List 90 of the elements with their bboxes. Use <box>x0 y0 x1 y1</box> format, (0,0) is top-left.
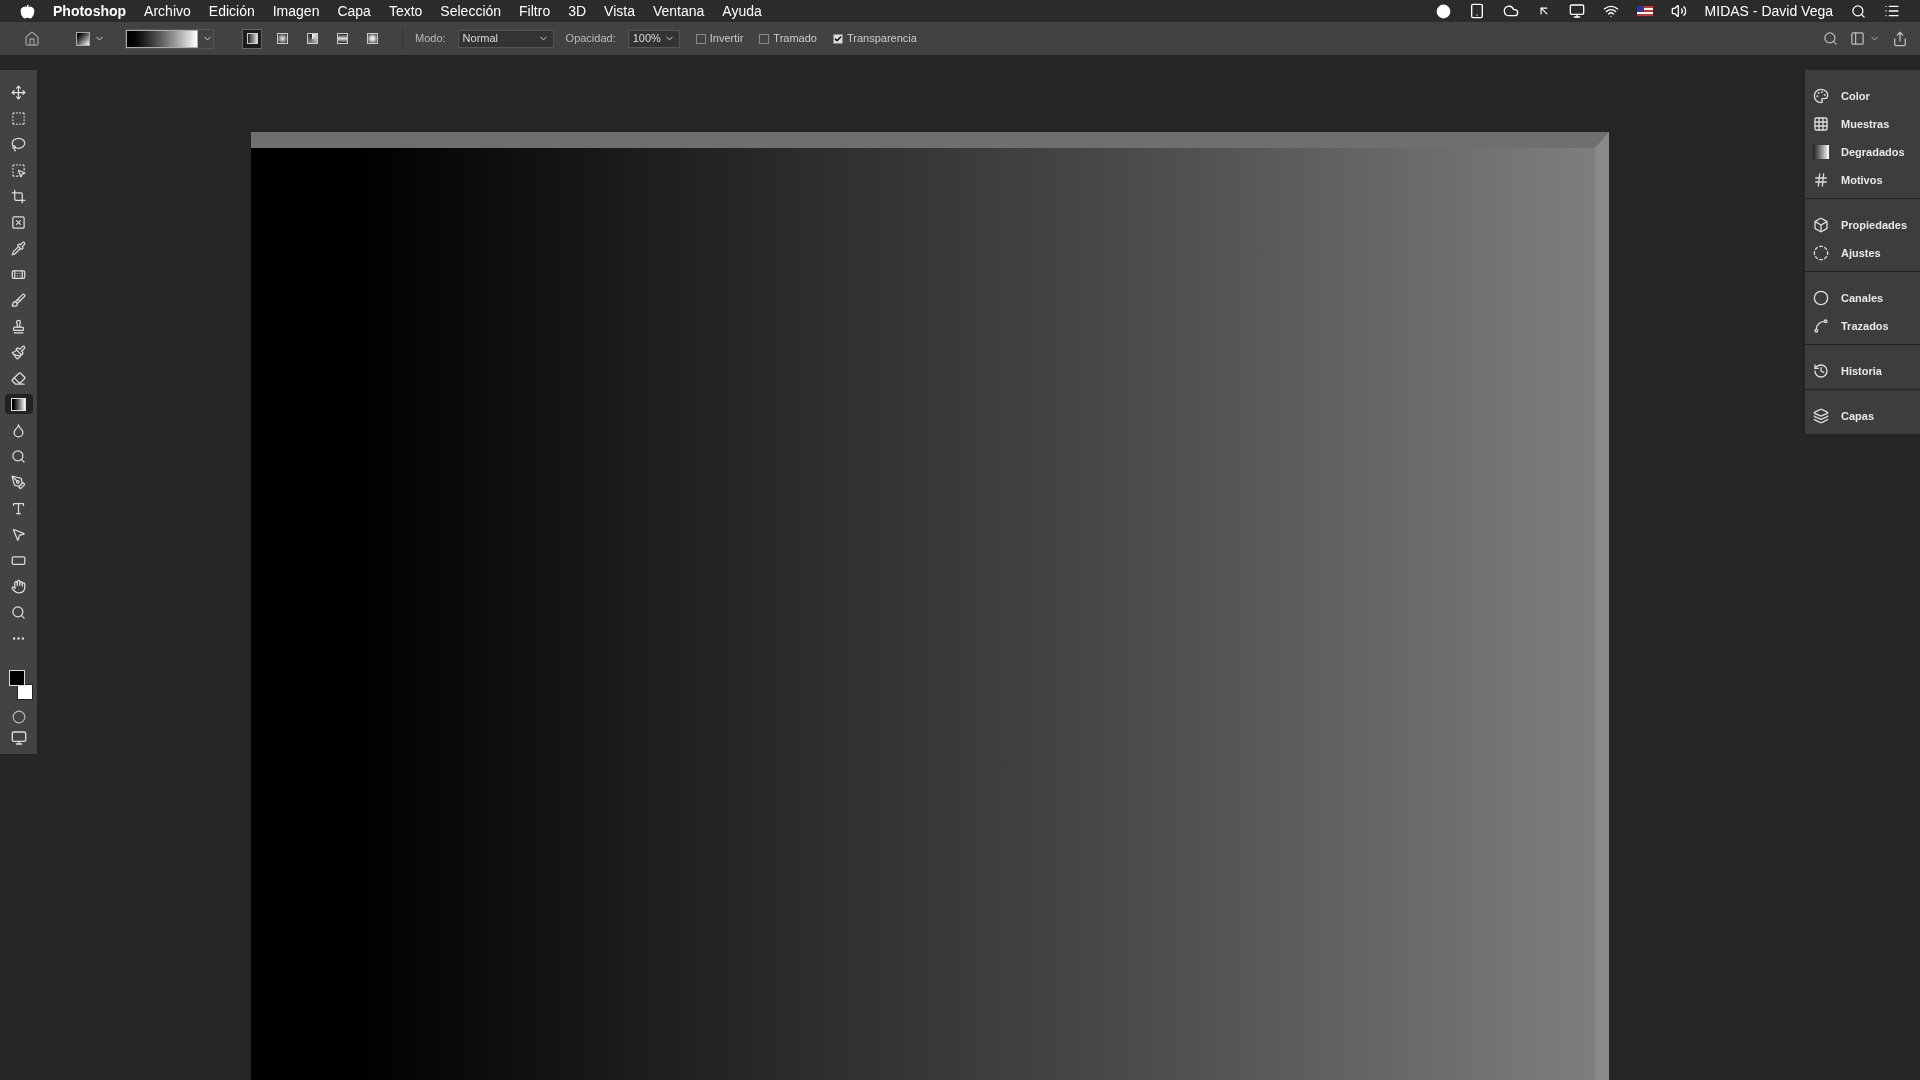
marquee-icon[interactable] <box>11 110 26 126</box>
frame-icon[interactable] <box>11 214 26 230</box>
flag-icon[interactable] <box>1636 6 1653 16</box>
gradient-swatch-icon <box>336 33 348 44</box>
panel-tab[interactable]: Canales <box>1805 284 1920 312</box>
gradient-picker[interactable] <box>125 28 214 49</box>
gradient-swatch-icon <box>276 33 288 44</box>
panel-label[interactable]: Historia <box>1841 362 1882 380</box>
layers-icon[interactable] <box>1813 408 1829 424</box>
menu-item[interactable]: Selección <box>440 0 502 22</box>
menu-item[interactable]: Filtro <box>519 0 551 22</box>
opacity-label: Opacidad: <box>565 31 616 47</box>
color-icon[interactable] <box>1813 88 1829 104</box>
paths-icon[interactable] <box>1813 318 1829 334</box>
panel-tab[interactable]: Degradados <box>1805 138 1920 166</box>
object-icon[interactable] <box>11 162 26 178</box>
panel-label[interactable]: Capas <box>1841 407 1875 425</box>
panel-tab[interactable]: Capas <box>1805 402 1920 430</box>
tool-button[interactable] <box>4 394 33 414</box>
user-name[interactable]: MIDAS - David Vega <box>1704 0 1833 22</box>
panel-label[interactable]: Ajustes <box>1841 244 1881 262</box>
select-icon[interactable] <box>11 526 26 542</box>
opacity-field[interactable]: 100% <box>627 29 680 48</box>
gradient-icon[interactable] <box>11 397 26 411</box>
gradient-swatch-icon <box>366 33 378 44</box>
menu-item[interactable]: Texto <box>388 0 423 22</box>
checkbox-label: Transparencia <box>846 31 917 47</box>
panel-label[interactable]: Motivos <box>1841 171 1883 189</box>
gradient-swatch-icon <box>306 33 318 44</box>
stamp-icon[interactable] <box>11 318 26 334</box>
menu-item[interactable]: Ayuda <box>722 0 762 22</box>
brush-icon[interactable] <box>11 292 26 308</box>
panel-tab[interactable]: Motivos <box>1805 166 1920 194</box>
gradient-swatch-icon <box>246 33 258 44</box>
menu-item[interactable]: Vista <box>604 0 635 22</box>
workspace-switcher[interactable] <box>1850 31 1880 46</box>
checkbox-label: Tramado <box>773 31 817 47</box>
tool-preset-picker[interactable] <box>76 31 105 46</box>
panel-tab[interactable]: Ajustes <box>1805 239 1920 267</box>
pen-icon[interactable] <box>11 474 26 490</box>
panel-label[interactable]: Propiedades <box>1841 216 1908 234</box>
menu-item[interactable]: Archivo <box>144 0 191 22</box>
panel-label[interactable]: Color <box>1841 87 1870 105</box>
menu-item[interactable]: Edición <box>208 0 255 22</box>
tablet-icon[interactable] <box>1468 3 1485 19</box>
menu-item[interactable]: 3D <box>568 0 587 22</box>
history-icon[interactable] <box>1813 363 1829 379</box>
menu-item[interactable]: Ventana <box>652 0 705 22</box>
lasso-icon[interactable] <box>11 136 26 152</box>
swatches-icon[interactable] <box>1813 116 1829 132</box>
mode-dropdown[interactable]: Normal <box>457 29 554 48</box>
menu-item[interactable]: Imagen <box>272 0 320 22</box>
wifi-icon[interactable] <box>1602 3 1619 19</box>
checkbox[interactable] <box>695 33 706 44</box>
move-icon[interactable] <box>11 84 26 100</box>
record-icon[interactable] <box>1435 3 1451 19</box>
checkbox[interactable] <box>759 33 770 44</box>
panel-layout-icon[interactable] <box>1850 31 1865 46</box>
type-icon[interactable] <box>11 500 26 516</box>
share-icon[interactable] <box>1892 30 1908 47</box>
cloud-icon[interactable] <box>1502 3 1519 19</box>
list-icon[interactable] <box>1884 3 1900 19</box>
app-name[interactable]: Photoshop <box>53 0 127 22</box>
panel-label[interactable]: Muestras <box>1841 115 1890 133</box>
mode-label: Modo: <box>415 31 446 47</box>
gradient-icon[interactable] <box>1813 145 1829 159</box>
apple-logo-icon[interactable] <box>20 3 35 19</box>
panel-label[interactable]: Trazados <box>1841 317 1889 335</box>
gradient-type-button[interactable] <box>242 28 262 49</box>
home-icon[interactable] <box>24 30 40 47</box>
display-icon[interactable] <box>1568 3 1585 19</box>
checkbox-label: Invertir <box>709 31 744 47</box>
volume-icon[interactable] <box>1670 3 1687 19</box>
panel-label[interactable]: Degradados <box>1841 143 1905 161</box>
panel-tab[interactable]: Muestras <box>1805 110 1920 138</box>
panel-tab[interactable]: Trazados <box>1805 312 1920 340</box>
hand-icon[interactable] <box>11 578 26 594</box>
eyedropper-icon[interactable] <box>11 240 26 256</box>
checkbox[interactable] <box>832 33 843 44</box>
search-icon[interactable] <box>1851 3 1866 19</box>
panel-tab[interactable]: Historia <box>1805 357 1920 385</box>
menu-item[interactable]: Capa <box>337 0 371 22</box>
screen-mode-icon[interactable] <box>10 730 27 746</box>
panel-tab[interactable]: Color <box>1805 82 1920 110</box>
eraser-icon[interactable] <box>11 370 26 386</box>
crop-icon[interactable] <box>11 188 26 204</box>
panel-label[interactable]: Canales <box>1841 289 1884 307</box>
history-brush-icon[interactable] <box>11 344 26 360</box>
zoom-icon[interactable] <box>11 604 26 620</box>
panel-tab[interactable]: Propiedades <box>1805 211 1920 239</box>
